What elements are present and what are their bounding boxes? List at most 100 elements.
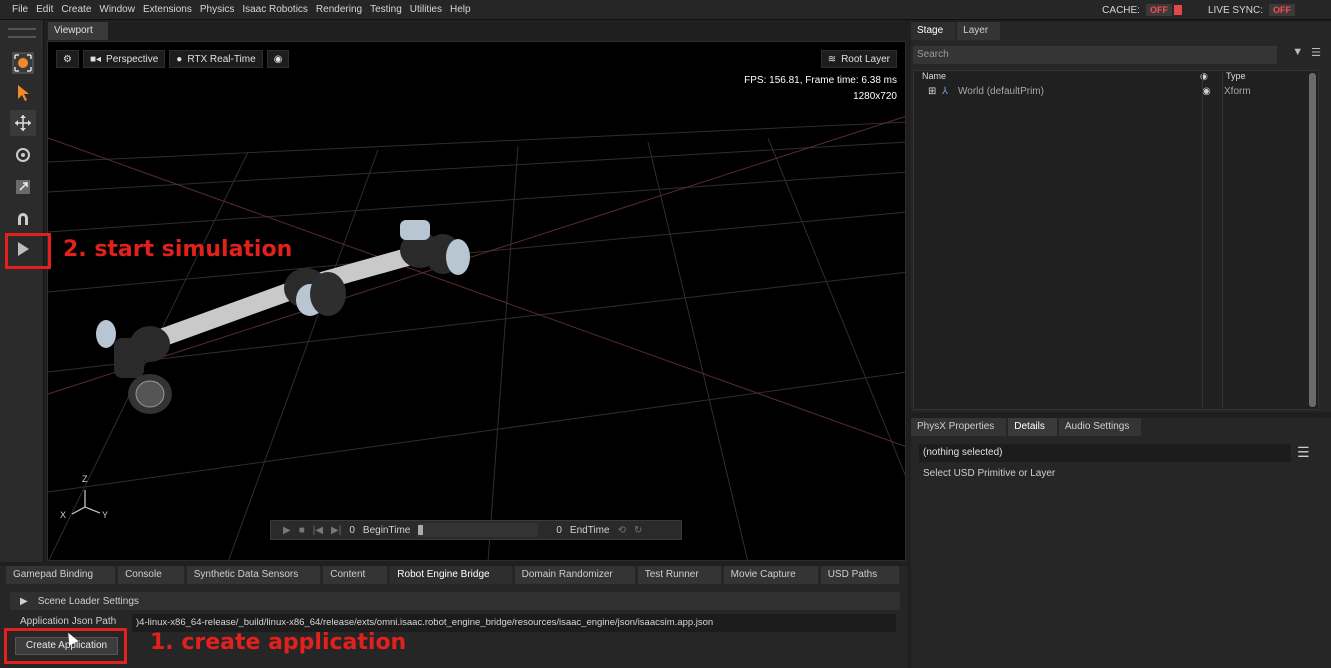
cache-doc-icon: [1173, 5, 1182, 15]
camera-label: Perspective: [106, 53, 159, 65]
tab-layer[interactable]: Layer: [957, 22, 1001, 40]
eye-icon: ◉: [273, 53, 283, 65]
tab-content[interactable]: Content: [323, 566, 388, 584]
tab-movie-capture[interactable]: Movie Capture: [723, 566, 818, 584]
tab-gamepad-binding[interactable]: Gamepad Binding: [6, 566, 116, 584]
visibility-button[interactable]: ◉: [266, 50, 290, 68]
toolbar-grip[interactable]: [8, 28, 36, 38]
hamburger-menu-icon[interactable]: ☰: [1297, 444, 1310, 461]
menu-physics[interactable]: Physics: [196, 0, 238, 20]
menu-file[interactable]: File: [0, 0, 32, 20]
cache-toggle[interactable]: OFF: [1145, 4, 1172, 16]
viewport-settings-button[interactable]: ⚙: [56, 50, 79, 68]
axis-z-label: Z: [82, 474, 88, 484]
timeline-next-icon[interactable]: ▶|: [331, 525, 341, 536]
menu-rendering[interactable]: Rendering: [312, 0, 366, 20]
annotation-start-simulation: 2. start simulation: [63, 237, 293, 262]
tab-synthetic-data-sensors[interactable]: Synthetic Data Sensors: [186, 566, 321, 584]
menu-isaac-robotics[interactable]: Isaac Robotics: [238, 0, 312, 20]
timeline-end-value[interactable]: 0: [556, 525, 562, 536]
menu-edit[interactable]: Edit: [32, 0, 57, 20]
live-sync-toggle[interactable]: OFF: [1269, 4, 1295, 16]
viewport-scene: [48, 116, 905, 560]
expand-plus-icon[interactable]: ⊞: [928, 86, 942, 97]
stage-scrollbar[interactable]: [1309, 73, 1316, 407]
stage-row[interactable]: ⊞ ⅄ World (defaultPrim) ◉ Xform: [914, 83, 1318, 99]
live-sync-label: LIVE SYNC:: [1207, 4, 1263, 16]
axis-x-label: X: [60, 510, 67, 520]
menu-create[interactable]: Create: [57, 0, 95, 20]
bottom-panel: Gamepad Binding Console Synthetic Data S…: [0, 566, 908, 668]
move-icon[interactable]: [10, 110, 36, 136]
gear-icon: ⚙: [63, 53, 72, 65]
viewport[interactable]: ⚙ ■◂ Perspective ● RTX Real-Time ◉ ≋ Roo…: [47, 41, 906, 561]
tab-viewport[interactable]: Viewport: [48, 22, 108, 40]
tab-test-runner[interactable]: Test Runner: [637, 566, 721, 584]
timeline-begin-value[interactable]: 0: [349, 525, 355, 536]
expand-triangle-icon: ▶: [20, 595, 28, 607]
timeline-refresh-icon[interactable]: ↻: [634, 525, 642, 536]
x-axis-line: [48, 137, 905, 447]
timeline-stop-icon[interactable]: ■: [299, 525, 305, 536]
scene-loader-section[interactable]: ▶ Scene Loader Settings: [10, 592, 900, 610]
camera-button[interactable]: ■◂ Perspective: [82, 50, 166, 68]
annotation-box-create: [4, 628, 127, 664]
stage-tabs: Stage Layer: [911, 22, 1331, 40]
prim-name: World (defaultPrim): [958, 85, 1044, 97]
timeline-begin-label: BeginTime: [362, 524, 411, 536]
tab-details[interactable]: Details: [1008, 418, 1057, 436]
tab-console[interactable]: Console: [118, 566, 184, 584]
timeline-slider-thumb[interactable]: [418, 525, 424, 535]
timeline-prev-icon[interactable]: |◀: [313, 525, 323, 536]
tab-physx-properties[interactable]: PhysX Properties: [911, 418, 1007, 436]
selection-hint: Select USD Primitive or Layer: [923, 468, 1056, 479]
bottom-tabs: Gamepad Binding Console Synthetic Data S…: [6, 566, 900, 584]
column-type-header[interactable]: Type: [1226, 71, 1246, 83]
prim-visibility-eye-icon[interactable]: ◉: [1202, 86, 1224, 97]
properties-tabs: PhysX Properties Details Audio Settings: [911, 418, 1331, 436]
column-divider: [1222, 71, 1223, 409]
timeline-play-icon[interactable]: ▶: [283, 525, 291, 536]
section-title: Scene Loader Settings: [37, 595, 139, 607]
pointer-icon[interactable]: [10, 80, 36, 106]
resolution-readout: 1280x720: [853, 91, 897, 102]
menu-testing[interactable]: Testing: [366, 0, 406, 20]
renderer-button[interactable]: ● RTX Real-Time: [169, 50, 263, 68]
sync-status-area: CACHE: OFF LIVE SYNC: OFF: [1102, 0, 1331, 20]
select-mode-icon[interactable]: [10, 50, 36, 76]
column-name-header[interactable]: Name: [922, 71, 1206, 83]
menu-window[interactable]: Window: [95, 0, 139, 20]
snap-magnet-icon[interactable]: [10, 206, 36, 232]
stage-tree: Name ◉ Type ⊞ ⅄ World (defaultPrim) ◉ Xf…: [913, 70, 1319, 410]
filter-icon[interactable]: ▼: [1292, 46, 1303, 59]
stage-search-tools: ▼ ☰: [1292, 46, 1321, 59]
renderer-label: RTX Real-Time: [187, 53, 256, 65]
left-toolbar: [0, 20, 44, 562]
tab-robot-engine-bridge[interactable]: Robot Engine Bridge: [390, 566, 512, 584]
rotate-icon[interactable]: [10, 142, 36, 168]
menu-extensions[interactable]: Extensions: [139, 0, 196, 20]
cache-label: CACHE:: [1102, 4, 1140, 16]
annotation-create-application: 1. create application: [150, 630, 407, 655]
tab-domain-randomizer[interactable]: Domain Randomizer: [514, 566, 635, 584]
column-divider: [1202, 71, 1203, 409]
viewport-stats: FPS: 156.81, Frame time: 6.38 ms 1280x72…: [744, 73, 897, 105]
root-layer-button[interactable]: ≋ Root Layer: [820, 50, 897, 68]
selection-field[interactable]: (nothing selected): [919, 444, 1291, 462]
timeline-bar: ▶ ■ |◀ ▶| 0 BeginTime 0 0 EndTime ⟲ ↻: [270, 520, 682, 540]
tab-usd-paths[interactable]: USD Paths: [820, 566, 900, 584]
menu-utilities[interactable]: Utilities: [406, 0, 446, 20]
menu-help[interactable]: Help: [446, 0, 475, 20]
tab-audio-settings[interactable]: Audio Settings: [1058, 418, 1142, 436]
stage-search-input[interactable]: Search: [913, 46, 1277, 64]
xform-axes-icon: ⅄: [942, 85, 949, 97]
video-camera-icon: ■◂: [89, 53, 102, 65]
timeline-loop-icon[interactable]: ⟲: [618, 525, 626, 536]
tab-stage[interactable]: Stage: [911, 22, 956, 40]
lightbulb-icon: ●: [176, 53, 183, 65]
timeline-slider[interactable]: [418, 523, 539, 537]
axis-y-label: Y: [102, 510, 109, 520]
json-path-label: Application Json Path: [20, 616, 117, 627]
scale-icon[interactable]: [10, 174, 36, 200]
menu-icon[interactable]: ☰: [1311, 46, 1321, 59]
